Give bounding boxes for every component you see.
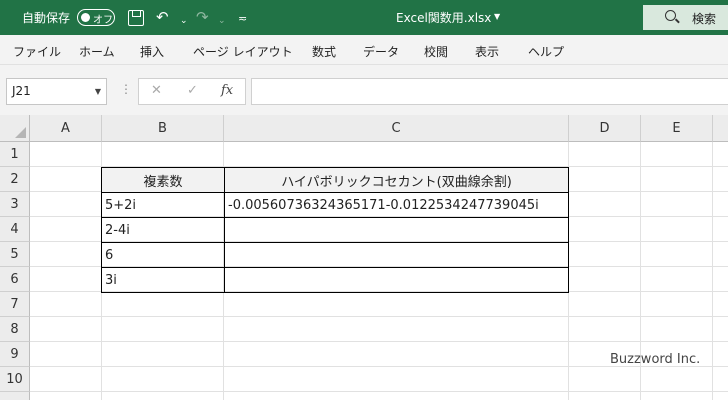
column-header-e[interactable]: E xyxy=(641,115,713,142)
table-header-row: 複素数 ハイパボリックコセカント(双曲線余割) xyxy=(101,167,569,193)
name-box-value: J21 xyxy=(12,84,31,98)
table-row: 2-4i xyxy=(101,217,569,243)
customize-toolbar-icon[interactable]: ≂ xyxy=(238,9,247,29)
cell-c3[interactable]: -0.00560736324365171-0.0122534247739045i xyxy=(224,192,569,218)
autosave-toggle[interactable]: オフ xyxy=(77,9,115,26)
autosave-state: オフ xyxy=(93,15,113,26)
worksheet-grid[interactable]: A B C D E 1 2 3 4 5 6 7 8 9 10 複素数 ハイパボリ… xyxy=(0,115,728,400)
column-header-a[interactable]: A xyxy=(30,115,102,142)
column-header-f[interactable] xyxy=(713,115,728,142)
tab-help[interactable]: ヘルプ xyxy=(528,43,564,60)
cell-b5[interactable]: 6 xyxy=(101,242,225,268)
table-row: 5+2i -0.00560736324365171-0.012253424773… xyxy=(101,192,569,218)
gridline xyxy=(30,341,728,342)
gridline xyxy=(30,391,728,392)
column-header-b[interactable]: B xyxy=(102,115,224,142)
save-icon[interactable] xyxy=(128,10,144,26)
tab-data[interactable]: データ xyxy=(363,43,399,60)
gridline xyxy=(712,142,713,400)
redo-icon[interactable]: ↷ xyxy=(196,7,209,27)
tab-home[interactable]: ホーム xyxy=(79,43,115,60)
row-header-4[interactable]: 4 xyxy=(0,217,30,242)
row-header-6[interactable]: 6 xyxy=(0,267,30,292)
row-header-11[interactable] xyxy=(0,392,30,400)
more-icon: ⋮ xyxy=(120,82,132,96)
select-all-button[interactable] xyxy=(0,115,30,142)
enter-icon[interactable]: ✓ xyxy=(187,83,198,98)
redo-dropdown-icon[interactable]: ⌄ xyxy=(218,11,226,31)
search-label: 検索 xyxy=(692,12,717,26)
undo-icon[interactable]: ↶ xyxy=(156,7,169,27)
header-cell-complex[interactable]: 複素数 xyxy=(101,167,225,193)
file-name[interactable]: Excel関数用.xlsx xyxy=(396,9,491,26)
ribbon-tabs: ファイル ホーム 挿入 ページ レイアウト 数式 データ 校閲 表示 ヘルプ xyxy=(0,35,728,65)
file-name-dropdown-icon[interactable]: ▼ xyxy=(494,12,500,21)
tab-page-layout[interactable]: ページ レイアウト xyxy=(193,43,293,60)
formula-buttons: ✕ ✓ fx xyxy=(138,78,246,105)
row-header-8[interactable]: 8 xyxy=(0,317,30,342)
header-cell-csch[interactable]: ハイパボリックコセカント(双曲線余割) xyxy=(224,167,569,193)
search-icon xyxy=(665,10,676,21)
autosave-label: 自動保存 xyxy=(22,11,71,25)
tab-insert[interactable]: 挿入 xyxy=(140,43,164,60)
cell-c5[interactable] xyxy=(224,242,569,268)
chevron-down-icon[interactable]: ▼ xyxy=(95,87,101,96)
row-header-9[interactable]: 9 xyxy=(0,342,30,367)
tab-view[interactable]: 表示 xyxy=(475,43,499,60)
tab-review[interactable]: 校閲 xyxy=(424,43,448,60)
tab-formulas[interactable]: 数式 xyxy=(312,43,336,60)
formula-input[interactable] xyxy=(251,78,728,105)
insert-function-icon[interactable]: fx xyxy=(221,83,233,98)
row-header-10[interactable]: 10 xyxy=(0,367,30,392)
cell-c4[interactable] xyxy=(224,217,569,243)
watermark: Buzzword Inc. xyxy=(610,352,701,367)
title-bar: 自動保存 オフ ↶ ⌄ ↷ ⌄ ≂ Excel関数用.xlsx ▼ 検索 xyxy=(0,0,728,35)
column-header-c[interactable]: C xyxy=(224,115,569,142)
row-header-7[interactable]: 7 xyxy=(0,292,30,317)
cell-b6[interactable]: 3i xyxy=(101,267,225,293)
search-box[interactable]: 検索 xyxy=(643,5,728,30)
toggle-knob xyxy=(81,13,90,22)
undo-dropdown-icon[interactable]: ⌄ xyxy=(180,11,188,31)
data-table: 複素数 ハイパボリックコセカント(双曲線余割) 5+2i -0.00560736… xyxy=(101,167,569,293)
name-box[interactable]: J21 ▼ xyxy=(6,78,107,105)
cell-b4[interactable]: 2-4i xyxy=(101,217,225,243)
gridline xyxy=(30,316,728,317)
table-row: 6 xyxy=(101,242,569,268)
cancel-icon[interactable]: ✕ xyxy=(151,83,162,98)
formula-bar: J21 ▼ ⋮ ✕ ✓ fx xyxy=(0,65,728,115)
cell-b3[interactable]: 5+2i xyxy=(101,192,225,218)
column-header-d[interactable]: D xyxy=(569,115,641,142)
row-header-2[interactable]: 2 xyxy=(0,167,30,192)
row-header-5[interactable]: 5 xyxy=(0,242,30,267)
cell-c6[interactable] xyxy=(224,267,569,293)
tab-file[interactable]: ファイル xyxy=(13,43,61,60)
row-header-3[interactable]: 3 xyxy=(0,192,30,217)
table-row: 3i xyxy=(101,267,569,293)
row-header-1[interactable]: 1 xyxy=(0,142,30,167)
